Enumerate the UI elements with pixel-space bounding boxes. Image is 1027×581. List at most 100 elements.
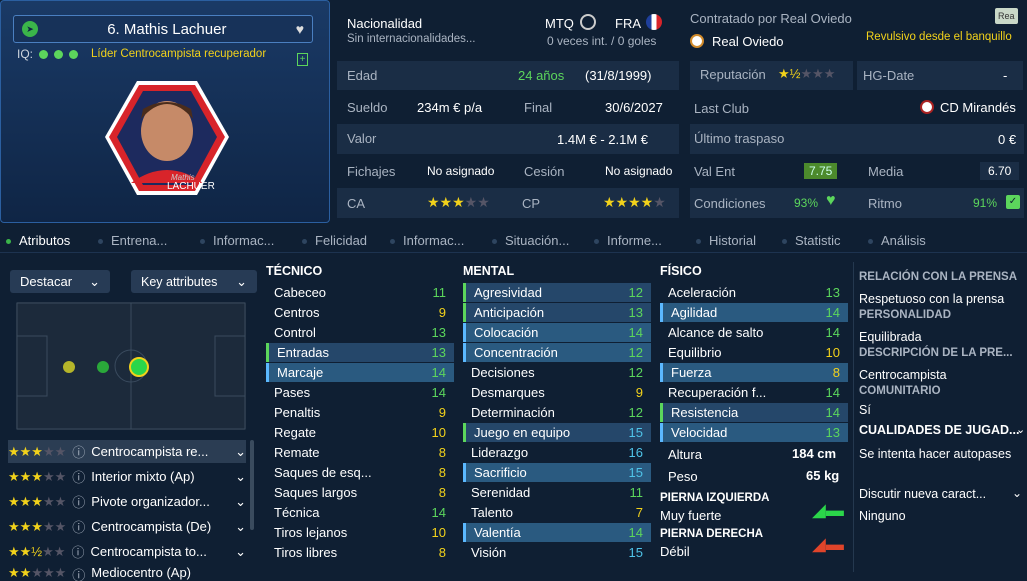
chevron-down-icon[interactable]: ⌄ xyxy=(1016,423,1025,436)
right-panel: Contratado por Real Oviedo Rea Real Ovie… xyxy=(686,0,1027,223)
chevron-down-icon[interactable]: ⌄ xyxy=(1012,486,1022,500)
position-row[interactable]: ★★★★★ ⓘ Pivote organizador... ⌄ xyxy=(8,490,246,513)
weight-value: 65 kg xyxy=(806,468,840,483)
hg-label: HG-Date xyxy=(863,68,915,83)
attribute-row[interactable]: Tiros lejanos 10 xyxy=(266,523,454,542)
attribute-row[interactable]: Sacrificio 15 xyxy=(463,463,651,482)
fra-flag-icon xyxy=(646,14,662,30)
attribute-row[interactable]: Alcance de salto 14 xyxy=(660,323,848,342)
position-row[interactable]: ★★★★★ ⓘ Centrocampista re... ⌄ xyxy=(8,440,246,463)
attribute-value: 15 xyxy=(628,465,643,480)
attribute-value: 13 xyxy=(825,425,840,440)
photo-surname: LACHUER xyxy=(167,181,215,192)
attribute-row[interactable]: Determinación 12 xyxy=(463,403,651,422)
attribute-row[interactable]: Entradas 13 xyxy=(266,343,454,362)
highlight-dropdown[interactable]: Destacar ⌄ xyxy=(10,270,110,293)
attribute-row[interactable]: Agresividad 12 xyxy=(463,283,651,302)
tab-entrenamiento[interactable]: Entrena... xyxy=(98,233,167,248)
tab-historial[interactable]: Historial xyxy=(696,233,756,248)
attribute-row[interactable]: Liderazgo 16 xyxy=(463,443,651,462)
info-icon: ⓘ xyxy=(72,445,86,460)
attribute-row[interactable]: Cabeceo 11 xyxy=(266,283,454,302)
media-handling: Respetuoso con la prensa xyxy=(859,292,1005,306)
position-row[interactable]: ★★★★★ ⓘ Interior mixto (Ap) ⌄ xyxy=(8,465,246,488)
attribute-name: Penaltis xyxy=(274,405,321,420)
cp-label: CP xyxy=(522,196,541,211)
attribute-row[interactable]: Juego en equipo 15 xyxy=(463,423,651,442)
last-club-label: Last Club xyxy=(694,101,749,116)
attribute-row[interactable]: Agilidad 14 xyxy=(660,303,848,322)
key-attributes-dropdown[interactable]: Key attributes ⌄ xyxy=(131,270,257,293)
discuss-trait[interactable]: Discutir nueva caract... xyxy=(859,487,986,501)
ability-row: CA ★★★★★ CP ★★★★★ xyxy=(337,188,679,218)
attribute-row[interactable]: Regate 10 xyxy=(266,423,454,442)
attribute-row[interactable]: Anticipación 13 xyxy=(463,303,651,322)
attribute-row[interactable]: Decisiones 12 xyxy=(463,363,651,382)
position-row[interactable]: ★★★★★ ⓘ Mediocentro (Ap) xyxy=(8,565,246,581)
attribute-row[interactable]: Saques de esq... 8 xyxy=(266,463,454,482)
condition-label: Condiciones xyxy=(694,196,766,211)
attribute-row[interactable]: Velocidad 13 xyxy=(660,423,848,442)
height-label: Altura xyxy=(668,447,702,462)
add-shortlist-icon[interactable]: + xyxy=(297,53,308,66)
position-row[interactable]: ★★½★★ ⓘ Centrocampista to... ⌄ xyxy=(8,540,246,563)
club-badge[interactable]: Rea xyxy=(995,8,1018,24)
attribute-value: 16 xyxy=(628,445,643,460)
attribute-name: Tiros libres xyxy=(274,545,338,560)
attribute-row[interactable]: Fuerza 8 xyxy=(660,363,848,382)
tab-informe[interactable]: Informe... xyxy=(594,233,662,248)
attribute-name: Recuperación f... xyxy=(668,385,767,400)
attribute-row[interactable]: Saques largos 8 xyxy=(266,483,454,502)
attribute-value: 8 xyxy=(438,445,446,460)
attribute-row[interactable]: Penaltis 9 xyxy=(266,403,454,422)
attribute-row[interactable]: Tiros libres 8 xyxy=(266,543,454,562)
attribute-row[interactable]: Serenidad 11 xyxy=(463,483,651,502)
club-crest-icon xyxy=(690,34,704,48)
club-name[interactable]: Real Oviedo xyxy=(712,34,784,49)
attribute-name: Aceleración xyxy=(668,285,736,300)
attribute-row[interactable]: Técnica 14 xyxy=(266,503,454,522)
attribute-name: Anticipación xyxy=(474,305,545,320)
iq-row: IQ: xyxy=(17,47,79,61)
player-profile: ➤ 6. Mathis Lachuer ♥ IQ: Líder Centroca… xyxy=(0,0,1027,581)
last-club-value[interactable]: CD Mirandés xyxy=(940,100,1016,115)
attribute-row[interactable]: Resistencia 14 xyxy=(660,403,848,422)
tab-statistic[interactable]: Statistic xyxy=(782,233,841,248)
nation-code-2: FRA xyxy=(615,16,641,31)
attribute-row[interactable]: Talento 7 xyxy=(463,503,651,522)
attribute-row[interactable]: Centros 9 xyxy=(266,303,454,322)
attribute-row[interactable]: Desmarques 9 xyxy=(463,383,651,402)
trait-value: Se intenta hacer autopases xyxy=(859,447,1012,461)
attribute-name: Regate xyxy=(274,425,316,440)
position-row[interactable]: ★★★★★ ⓘ Centrocampista (De) ⌄ xyxy=(8,515,246,538)
attribute-row[interactable]: Visión 15 xyxy=(463,543,651,562)
tab-informacion[interactable]: Informac... xyxy=(200,233,274,248)
attribute-row[interactable]: Pases 14 xyxy=(266,383,454,402)
attribute-row[interactable]: Marcaje 14 xyxy=(266,363,454,382)
scrollbar[interactable] xyxy=(250,440,254,530)
right-foot-value: Débil xyxy=(660,544,690,559)
attribute-row[interactable]: Recuperación f... 14 xyxy=(660,383,848,402)
chevron-down-icon: ⌄ xyxy=(235,468,246,484)
attribute-name: Resistencia xyxy=(671,405,739,420)
attribute-row[interactable]: Remate 8 xyxy=(266,443,454,462)
tab-situacion[interactable]: Situación... xyxy=(492,233,569,248)
tab-informacion-2[interactable]: Informac... xyxy=(390,233,464,248)
attribute-name: Colocación xyxy=(474,325,539,340)
attribute-row[interactable]: Concentración 12 xyxy=(463,343,651,362)
last-transfer-value: 0 € xyxy=(998,132,1017,147)
attribute-name: Agresividad xyxy=(474,285,542,300)
favourite-heart-icon[interactable]: ♥ xyxy=(296,21,304,37)
attribute-row[interactable]: Aceleración 13 xyxy=(660,283,848,302)
stars-icon: ★★★★★ xyxy=(8,565,67,580)
wage-value: 234m € p/a xyxy=(417,100,483,115)
attribute-row[interactable]: Control 13 xyxy=(266,323,454,342)
attribute-row[interactable]: Equilibrio 10 xyxy=(660,343,848,362)
tab-analisis[interactable]: Análisis xyxy=(868,233,926,248)
player-name-bar[interactable]: ➤ 6. Mathis Lachuer ♥ xyxy=(13,15,313,43)
attribute-row[interactable]: Valentía 14 xyxy=(463,523,651,542)
attribute-value: 12 xyxy=(628,365,643,380)
tab-felicidad[interactable]: Felicidad xyxy=(302,233,367,248)
tab-atributos[interactable]: Atributos xyxy=(6,233,70,248)
attribute-row[interactable]: Colocación 14 xyxy=(463,323,651,342)
